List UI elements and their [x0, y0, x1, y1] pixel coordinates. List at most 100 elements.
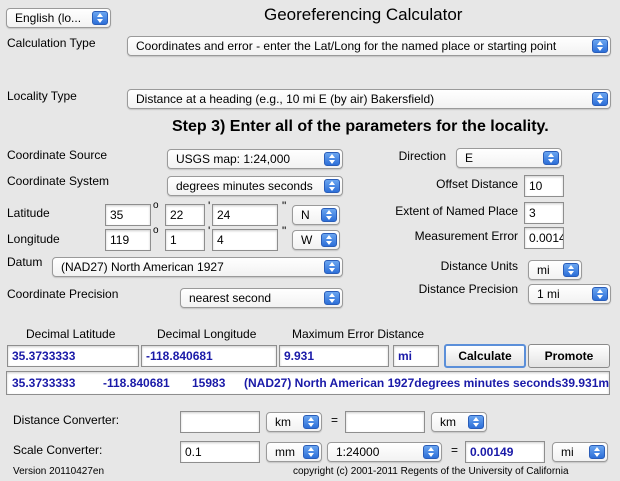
promote-button[interactable]: Promote: [528, 344, 610, 368]
latitude-seconds-field[interactable]: 24: [212, 204, 278, 226]
result-summary-field[interactable]: 35.3733333 -118.840681 15983 (NAD27) Nor…: [6, 371, 610, 395]
second-symbol: ": [282, 224, 287, 238]
scale-converter-unit-select[interactable]: mm: [266, 442, 322, 462]
coord-precision-label: Coordinate Precision: [7, 287, 119, 301]
chevron-updown-icon: [324, 260, 340, 274]
chevron-updown-icon: [303, 415, 319, 429]
coord-system-label: Coordinate System: [7, 174, 110, 188]
calc-type-label: Calculation Type: [7, 36, 96, 50]
scale-converter-unit-value: mm: [275, 445, 295, 459]
datum-select[interactable]: (NAD27) North American 1927: [52, 257, 343, 277]
decimal-latitude-field[interactable]: 35.3733333: [7, 345, 139, 367]
distance-converter-to-field[interactable]: [345, 411, 425, 433]
calculate-button[interactable]: Calculate: [444, 344, 526, 368]
second-symbol: ": [282, 199, 287, 213]
chevron-updown-icon: [563, 263, 579, 277]
summary-error-meters: 15983: [192, 376, 226, 390]
page-title: Georeferencing Calculator: [264, 5, 463, 24]
scale-converter-value-field[interactable]: 0.1: [180, 441, 260, 463]
calc-type-value: Coordinates and error - enter the Lat/Lo…: [136, 39, 557, 53]
distance-converter-to-unit[interactable]: km: [431, 412, 487, 432]
extent-label: Extent of Named Place: [395, 204, 518, 218]
distance-precision-label: Distance Precision: [418, 282, 518, 296]
offset-distance-field[interactable]: 10: [524, 175, 564, 197]
language-select[interactable]: English (lo...: [6, 8, 111, 28]
coord-source-value: USGS map: 1:24,000: [176, 152, 291, 166]
scale-converter-label: Scale Converter:: [13, 443, 103, 457]
distance-precision-value: 1 mi: [537, 287, 560, 301]
direction-label: Direction: [398, 149, 446, 163]
distance-precision-select[interactable]: 1 mi: [528, 284, 611, 304]
datum-value: (NAD27) North American 1927: [61, 260, 224, 274]
distance-converter-from-unit[interactable]: km: [266, 412, 322, 432]
scale-converter-scale-select[interactable]: 1:24000: [327, 442, 442, 462]
longitude-direction-value: W: [301, 233, 313, 247]
chevron-updown-icon: [303, 445, 319, 459]
distance-converter-label: Distance Converter:: [13, 413, 120, 427]
locality-type-value: Distance at a heading (e.g., 10 mi E (by…: [136, 92, 435, 106]
language-value: English (lo...: [15, 11, 82, 25]
latitude-direction-select[interactable]: N: [292, 205, 340, 225]
chevron-updown-icon: [321, 208, 337, 222]
longitude-seconds-field[interactable]: 4: [212, 229, 278, 251]
chevron-updown-icon: [543, 151, 559, 165]
degree-symbol: o: [153, 225, 159, 236]
longitude-direction-select[interactable]: W: [292, 230, 340, 250]
coord-system-select[interactable]: degrees minutes seconds: [167, 176, 343, 196]
coord-source-select[interactable]: USGS map: 1:24,000: [167, 149, 343, 169]
locality-type-select[interactable]: Distance at a heading (e.g., 10 mi E (by…: [127, 89, 611, 109]
longitude-minutes-field[interactable]: 1: [165, 229, 205, 251]
decimal-latitude-label: Decimal Latitude: [26, 327, 116, 341]
chevron-updown-icon: [324, 179, 340, 193]
distance-units-label: Distance Units: [440, 259, 518, 273]
longitude-degrees-field[interactable]: 119: [105, 229, 151, 251]
coord-precision-value: nearest second: [189, 291, 272, 305]
scale-converter-result-unit-value: mi: [561, 445, 574, 459]
latitude-label: Latitude: [7, 206, 50, 220]
latitude-minutes-field[interactable]: 22: [165, 204, 205, 226]
summary-datum-system: (NAD27) North American 1927degrees minut…: [244, 376, 610, 390]
calc-type-select[interactable]: Coordinates and error - enter the Lat/Lo…: [127, 36, 611, 56]
coord-precision-select[interactable]: nearest second: [180, 288, 343, 308]
distance-units-value: mi: [537, 263, 550, 277]
distance-converter-from-unit-value: km: [275, 415, 291, 429]
offset-distance-label: Offset Distance: [436, 177, 518, 191]
chevron-updown-icon: [92, 11, 108, 25]
latitude-direction-value: N: [301, 208, 310, 222]
distance-units-select[interactable]: mi: [528, 260, 582, 280]
coord-system-value: degrees minutes seconds: [176, 179, 313, 193]
summary-latitude: 35.3733333: [12, 376, 76, 390]
summary-longitude: -118.840681: [103, 376, 170, 390]
scale-converter-scale-value: 1:24000: [336, 445, 380, 459]
extent-field[interactable]: 3: [524, 202, 564, 224]
max-error-field[interactable]: 9.931: [279, 345, 389, 367]
direction-select[interactable]: E: [456, 148, 562, 168]
scale-converter-result-field[interactable]: 0.00149: [465, 441, 545, 463]
chevron-updown-icon: [321, 233, 337, 247]
equals-sign: =: [451, 443, 459, 457]
datum-label: Datum: [7, 255, 43, 269]
minute-symbol: ': [208, 224, 211, 238]
latitude-degrees-field[interactable]: 35: [105, 204, 151, 226]
decimal-longitude-field[interactable]: -118.840681: [141, 345, 277, 367]
measurement-error-field[interactable]: 0.0014: [524, 227, 564, 249]
max-error-unit-field[interactable]: mi: [393, 345, 439, 367]
chevron-updown-icon: [592, 287, 608, 301]
chevron-updown-icon: [423, 445, 439, 459]
copyright-text: copyright (c) 2001-2011 Regents of the U…: [293, 466, 569, 477]
distance-converter-from-field[interactable]: [180, 411, 260, 433]
max-error-label: Maximum Error Distance: [292, 327, 425, 341]
chevron-updown-icon: [468, 415, 484, 429]
longitude-label: Longitude: [7, 232, 60, 246]
chevron-updown-icon: [589, 445, 605, 459]
locality-type-label: Locality Type: [7, 89, 77, 103]
coord-source-label: Coordinate Source: [7, 148, 108, 162]
version-text: Version 20110427en: [13, 466, 105, 477]
distance-converter-to-unit-value: km: [440, 415, 456, 429]
chevron-updown-icon: [592, 92, 608, 106]
scale-converter-result-unit[interactable]: mi: [552, 442, 608, 462]
chevron-updown-icon: [592, 39, 608, 53]
degree-symbol: o: [153, 200, 159, 211]
step-heading: Step 3) Enter all of the parameters for …: [172, 118, 549, 135]
measurement-error-label: Measurement Error: [414, 229, 518, 243]
